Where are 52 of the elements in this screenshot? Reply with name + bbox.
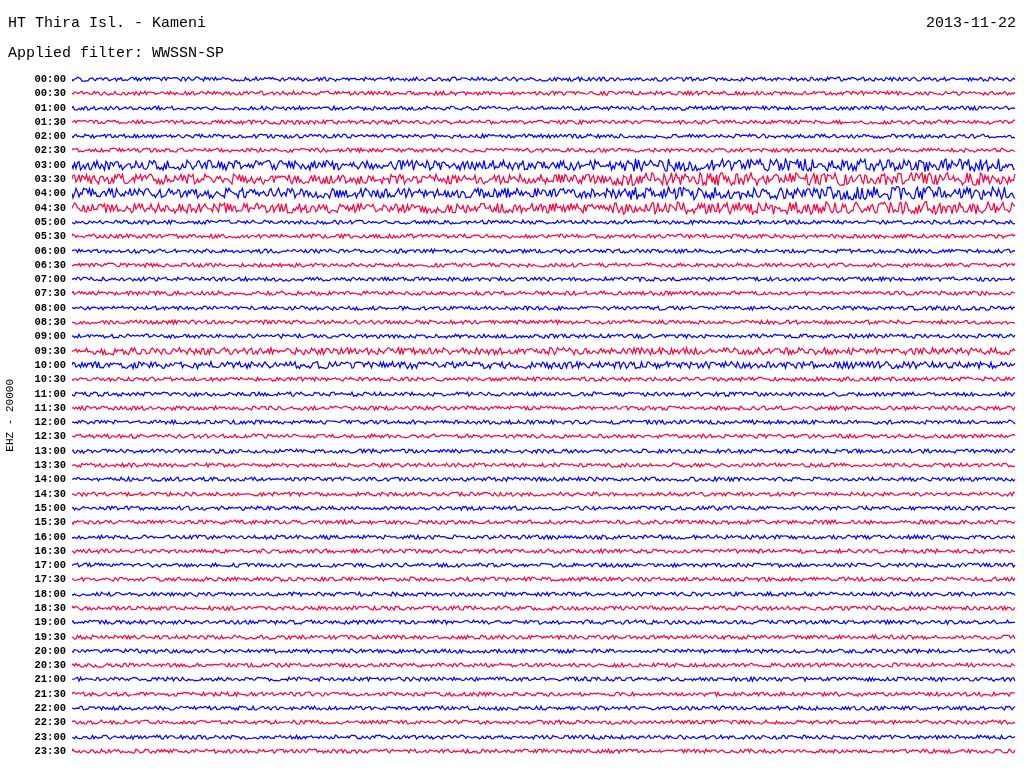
time-label: 03:30 bbox=[33, 172, 66, 187]
time-label: 19:30 bbox=[33, 629, 66, 644]
time-label: 06:30 bbox=[33, 257, 66, 273]
time-label: 16:00 bbox=[33, 529, 66, 544]
time-label: 14:00 bbox=[33, 472, 66, 487]
time-label: 22:00 bbox=[33, 701, 66, 716]
filter-label: Applied filter: WWSSN-SP bbox=[8, 43, 225, 64]
time-label: 10:00 bbox=[33, 357, 66, 373]
time-label: 05:30 bbox=[33, 229, 66, 244]
time-label: 04:00 bbox=[33, 186, 66, 201]
time-label: 08:00 bbox=[33, 300, 66, 316]
time-label: 03:00 bbox=[33, 157, 66, 173]
time-label: 20:00 bbox=[33, 643, 66, 659]
time-label: 01:30 bbox=[33, 114, 66, 130]
time-label: 09:00 bbox=[33, 329, 66, 344]
time-label: 13:00 bbox=[33, 443, 66, 458]
time-label: 10:30 bbox=[33, 372, 66, 387]
time-label: 11:30 bbox=[33, 400, 66, 416]
time-label: 13:30 bbox=[33, 458, 66, 473]
time-label: 00:00 bbox=[33, 72, 66, 87]
time-label: 12:30 bbox=[33, 429, 66, 444]
time-label: 18:30 bbox=[33, 601, 66, 616]
time-label: 04:30 bbox=[33, 200, 66, 215]
time-label: 19:00 bbox=[33, 615, 66, 630]
time-label: 12:00 bbox=[33, 415, 66, 430]
plot-title: HT Thira Isl. - Kameni bbox=[8, 13, 207, 34]
time-label: 09:30 bbox=[33, 343, 66, 358]
time-label: 22:30 bbox=[33, 715, 66, 730]
time-label: 02:30 bbox=[33, 143, 66, 158]
time-label: 23:30 bbox=[33, 743, 66, 759]
time-label: 02:00 bbox=[33, 129, 66, 144]
axis-label: EHZ - 20000 bbox=[3, 378, 17, 452]
time-label: 07:30 bbox=[33, 286, 66, 301]
time-label: 17:30 bbox=[33, 572, 66, 587]
time-label: 20:30 bbox=[33, 658, 66, 673]
time-label: 15:30 bbox=[33, 515, 66, 530]
time-label: 21:00 bbox=[33, 672, 66, 687]
time-label: 07:00 bbox=[33, 272, 66, 287]
time-label: 06:00 bbox=[33, 243, 66, 258]
time-label: 00:30 bbox=[33, 86, 66, 101]
time-label: 17:00 bbox=[33, 558, 66, 573]
time-label: 05:00 bbox=[33, 214, 66, 230]
time-label: 15:00 bbox=[33, 500, 66, 516]
time-label: 08:30 bbox=[33, 315, 66, 330]
time-label: 14:30 bbox=[33, 486, 66, 501]
time-label: 11:00 bbox=[33, 386, 66, 401]
time-label: 16:30 bbox=[33, 543, 66, 559]
time-label: 01:00 bbox=[33, 100, 66, 115]
time-label: 18:00 bbox=[33, 586, 66, 601]
time-label: 21:30 bbox=[33, 686, 66, 702]
time-label: 23:00 bbox=[33, 729, 66, 744]
plot-date: 2013-11-22 bbox=[926, 13, 1016, 34]
